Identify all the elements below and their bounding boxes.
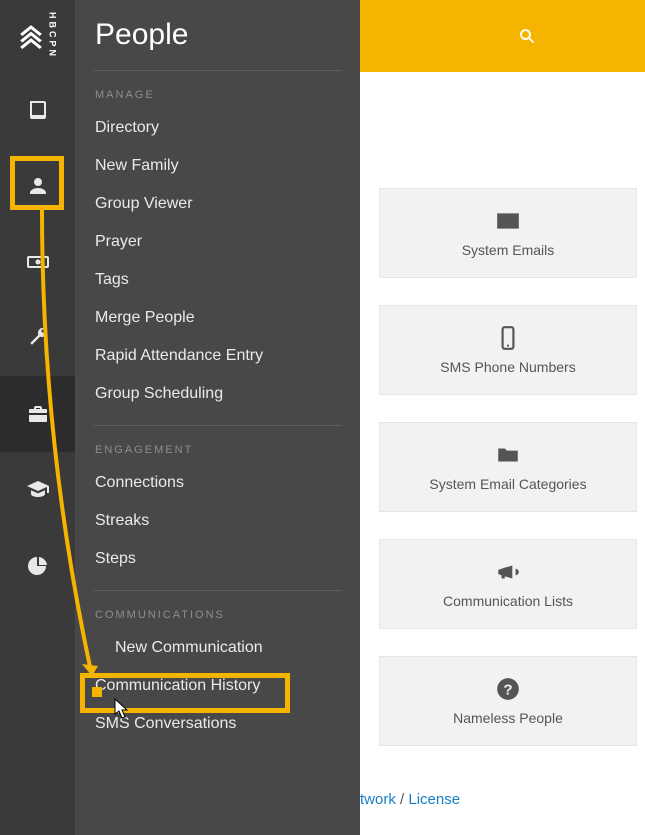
menu-merge-people[interactable]: Merge People — [75, 299, 360, 337]
section-head-engagement: ENGAGEMENT — [75, 426, 360, 464]
card-label: Communication Lists — [443, 593, 573, 609]
card-column: System Emails SMS Phone Numbers System E… — [379, 188, 637, 746]
graduation-cap-icon — [26, 478, 50, 502]
card-system-email-categories[interactable]: System Email Categories — [379, 422, 637, 512]
bullhorn-icon — [495, 559, 521, 585]
card-sms-phone-numbers[interactable]: SMS Phone Numbers — [379, 305, 637, 395]
menu-group-scheduling[interactable]: Group Scheduling — [75, 375, 360, 413]
rail-chart[interactable] — [0, 528, 75, 604]
money-icon — [26, 250, 50, 274]
person-icon — [26, 174, 50, 198]
brand-chevron-icon — [18, 23, 44, 49]
wrench-icon — [26, 326, 50, 350]
footer-sep: / — [396, 791, 409, 808]
menu-group-viewer[interactable]: Group Viewer — [75, 185, 360, 223]
menu-sms-conversations[interactable]: SMS Conversations — [75, 705, 360, 743]
menu-connections[interactable]: Connections — [75, 464, 360, 502]
card-label: SMS Phone Numbers — [440, 359, 575, 375]
menu-new-family[interactable]: New Family — [75, 147, 360, 185]
phone-icon — [495, 325, 521, 351]
card-system-emails[interactable]: System Emails — [379, 188, 637, 278]
svg-text:?: ? — [503, 681, 512, 698]
brand-logo: HBCPN — [0, 0, 75, 72]
footer-license-link[interactable]: License — [408, 791, 460, 808]
folder-icon — [495, 442, 521, 468]
envelope-icon — [495, 208, 521, 234]
briefcase-icon — [26, 402, 50, 426]
icon-rail: HBCPN — [0, 0, 75, 835]
menu-steps[interactable]: Steps — [75, 540, 360, 578]
footer-links: twork / License — [360, 791, 460, 808]
menu-streaks[interactable]: Streaks — [75, 502, 360, 540]
menu-rapid-attendance[interactable]: Rapid Attendance Entry — [75, 337, 360, 375]
menu-directory[interactable]: Directory — [75, 109, 360, 147]
search-icon — [518, 27, 536, 45]
search-button[interactable] — [509, 18, 545, 54]
section-head-communications: COMMUNICATIONS — [75, 591, 360, 629]
pie-chart-icon — [26, 554, 50, 578]
menu-communication-history[interactable]: Communication History — [75, 667, 360, 705]
section-head-manage: MANAGE — [75, 71, 360, 109]
card-label: System Email Categories — [429, 476, 586, 492]
rail-graduation[interactable] — [0, 452, 75, 528]
card-label: System Emails — [462, 242, 555, 258]
rail-person[interactable] — [0, 148, 75, 224]
footer-network-link[interactable]: twork — [360, 791, 396, 808]
rail-money[interactable] — [0, 224, 75, 300]
rail-book[interactable] — [0, 72, 75, 148]
people-flyout: People MANAGE Directory New Family Group… — [75, 0, 360, 835]
card-nameless-people[interactable]: ? Nameless People — [379, 656, 637, 746]
brand-acronym: HBCPN — [48, 12, 58, 59]
book-icon — [26, 98, 50, 122]
card-communication-lists[interactable]: Communication Lists — [379, 539, 637, 629]
card-label: Nameless People — [453, 710, 563, 726]
question-icon: ? — [495, 676, 521, 702]
rail-wrench[interactable] — [0, 300, 75, 376]
menu-new-communication[interactable]: New Communication — [75, 629, 360, 667]
rail-briefcase[interactable] — [0, 376, 75, 452]
menu-tags[interactable]: Tags — [75, 261, 360, 299]
menu-prayer[interactable]: Prayer — [75, 223, 360, 261]
flyout-title: People — [75, 0, 360, 70]
